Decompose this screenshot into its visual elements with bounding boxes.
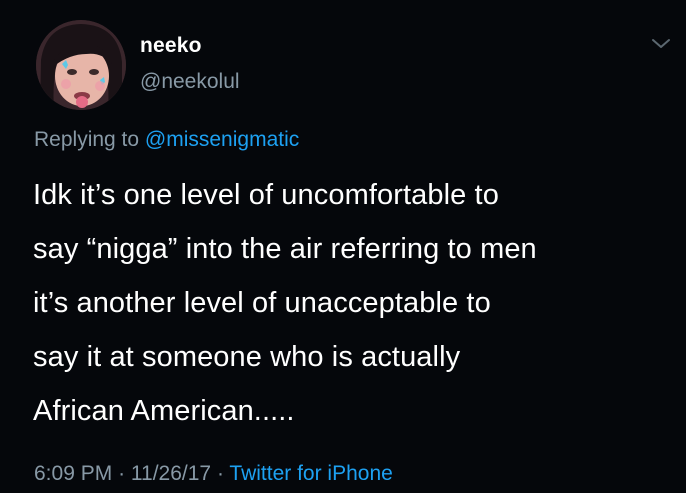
meta-separator: · — [118, 462, 126, 485]
tweet-date[interactable]: 11/26/17 — [131, 462, 211, 485]
reply-context: Replying to @missenigmatic — [34, 128, 299, 152]
tweet-text-line: it’s another level of unacceptable to — [33, 287, 491, 319]
tweet-time[interactable]: 6:09 PM — [34, 462, 112, 485]
tweet-text: Idk it’s one level of uncomfortable to s… — [33, 168, 673, 438]
avatar[interactable] — [36, 20, 126, 110]
tweet-meta: 6:09 PM · 11/26/17 · Twitter for iPhone — [34, 462, 393, 486]
chevron-down-icon[interactable] — [650, 36, 672, 52]
tweet-source-link[interactable]: Twitter for iPhone — [229, 462, 392, 485]
reply-prefix: Replying to — [34, 128, 140, 151]
author-handle[interactable]: @neekolul — [140, 70, 240, 94]
profile-photo-icon — [36, 20, 126, 110]
reply-mention-link[interactable]: @missenigmatic — [145, 128, 299, 151]
meta-separator: · — [216, 462, 224, 485]
tweet-card: neeko @neekolul Replying to @missenigmat… — [0, 0, 686, 493]
tweet-text-line: African American..... — [33, 395, 295, 427]
tweet-text-line: say “nigga” into the air referring to me… — [33, 233, 537, 265]
author-name[interactable]: neeko — [140, 34, 202, 58]
tweet-text-line: Idk it’s one level of uncomfortable to — [33, 179, 499, 211]
tweet-text-line: say it at someone who is actually — [33, 341, 461, 373]
